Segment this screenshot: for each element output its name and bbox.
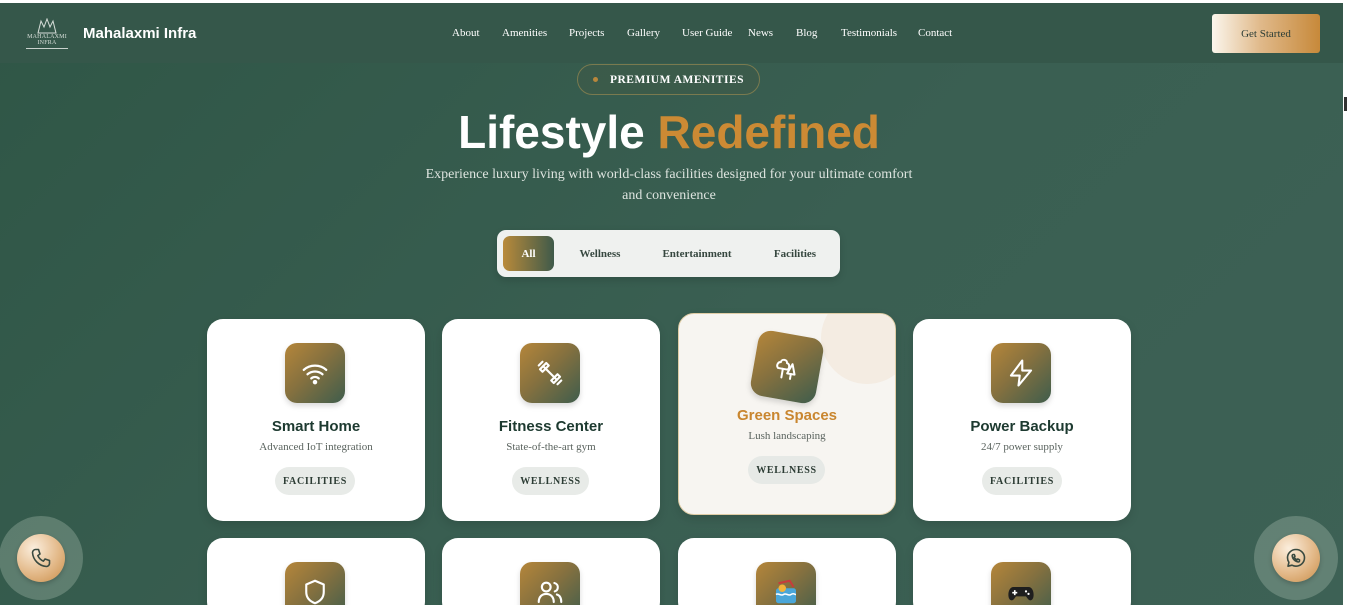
hero-title: Lifestyle Redefined <box>0 104 1338 160</box>
filter-tabs: All Wellness Entertainment Facilities <box>497 230 840 277</box>
amenity-desc: 24/7 power supply <box>981 441 1063 453</box>
amenity-tag: FACILITIES <box>275 467 355 495</box>
nav-links: About Amenities Projects Gallery User Gu… <box>452 27 958 39</box>
tab-all[interactable]: All <box>503 236 554 271</box>
wifi-icon <box>285 343 345 403</box>
amenity-title: Green Spaces <box>736 407 838 424</box>
amenity-tag: WELLNESS <box>748 456 825 484</box>
tab-entertainment[interactable]: Entertainment <box>655 236 739 271</box>
nav-link-blog[interactable]: Blog <box>796 27 841 39</box>
get-started-button[interactable]: Get Started <box>1212 14 1320 53</box>
nav-link-about[interactable]: About <box>452 27 502 39</box>
amenity-card-power-backup[interactable]: Power Backup 24/7 power supply FACILITIE… <box>913 319 1131 521</box>
lightning-icon <box>991 343 1051 403</box>
whatsapp-float-button[interactable] <box>1254 516 1338 600</box>
amenity-card-community[interactable] <box>442 538 660 607</box>
amenity-card-green-spaces[interactable]: Green Spaces Lush landscaping WELLNESS <box>678 313 896 515</box>
pool-icon <box>756 562 816 607</box>
amenity-desc: Advanced IoT integration <box>259 441 373 453</box>
window-frame-top <box>0 0 1348 3</box>
call-float-button[interactable] <box>0 516 83 600</box>
hero-title-gold: Redefined <box>657 106 880 158</box>
amenity-card-security[interactable] <box>207 538 425 607</box>
logo-underline <box>26 47 68 49</box>
whatsapp-icon <box>1286 548 1306 567</box>
card-corner-decoration <box>821 314 895 384</box>
logo[interactable]: MAHALAXMI INFRA <box>24 15 70 51</box>
top-navbar: MAHALAXMI INFRA Mahalaxmi Infra About Am… <box>0 3 1343 63</box>
amenity-card-smart-home[interactable]: Smart Home Advanced IoT integration FACI… <box>207 319 425 521</box>
tab-facilities[interactable]: Facilities <box>763 236 827 271</box>
amenity-title: Fitness Center <box>498 418 604 435</box>
nav-link-contact[interactable]: Contact <box>918 27 958 39</box>
dumbbell-icon <box>520 343 580 403</box>
nav-link-gallery[interactable]: Gallery <box>627 27 682 39</box>
logo-text-2: INFRA <box>37 39 57 46</box>
amenity-title: Smart Home <box>271 418 361 435</box>
hero-title-white: Lifestyle <box>458 106 645 158</box>
hero-subtitle: Experience luxury living with world-clas… <box>425 167 913 203</box>
gamepad-icon <box>991 562 1051 607</box>
amenity-card-fitness-center[interactable]: Fitness Center State-of-the-art gym WELL… <box>442 319 660 521</box>
brand-name[interactable]: Mahalaxmi Infra <box>83 25 196 42</box>
nav-link-user-guide[interactable]: User Guide <box>682 27 748 39</box>
amenity-tag: WELLNESS <box>512 467 589 495</box>
amenity-card-pool[interactable] <box>678 538 896 607</box>
nav-link-projects[interactable]: Projects <box>569 27 627 39</box>
amenity-desc: State-of-the-art gym <box>506 441 596 453</box>
phone-icon <box>31 548 51 568</box>
users-icon <box>520 562 580 607</box>
tab-wellness[interactable]: Wellness <box>569 236 631 271</box>
shield-icon <box>285 562 345 607</box>
amenity-card-game-zone[interactable] <box>913 538 1131 607</box>
window-frame-right <box>1343 0 1348 607</box>
pill-dot <box>592 77 598 82</box>
trees-icon <box>748 328 826 406</box>
amenity-title: Power Backup <box>970 418 1074 435</box>
amenity-desc: Lush landscaping <box>748 430 826 442</box>
section-pill: PREMIUM AMENITIES <box>577 64 760 95</box>
logo-emblem-icon <box>37 17 57 33</box>
scrollbar-marker <box>1344 97 1347 111</box>
pill-label: PREMIUM AMENITIES <box>609 73 745 86</box>
amenity-tag: FACILITIES <box>982 467 1062 495</box>
nav-link-testimonials[interactable]: Testimonials <box>841 27 918 39</box>
nav-link-news[interactable]: News <box>748 27 796 39</box>
nav-link-amenities[interactable]: Amenities <box>502 27 569 39</box>
